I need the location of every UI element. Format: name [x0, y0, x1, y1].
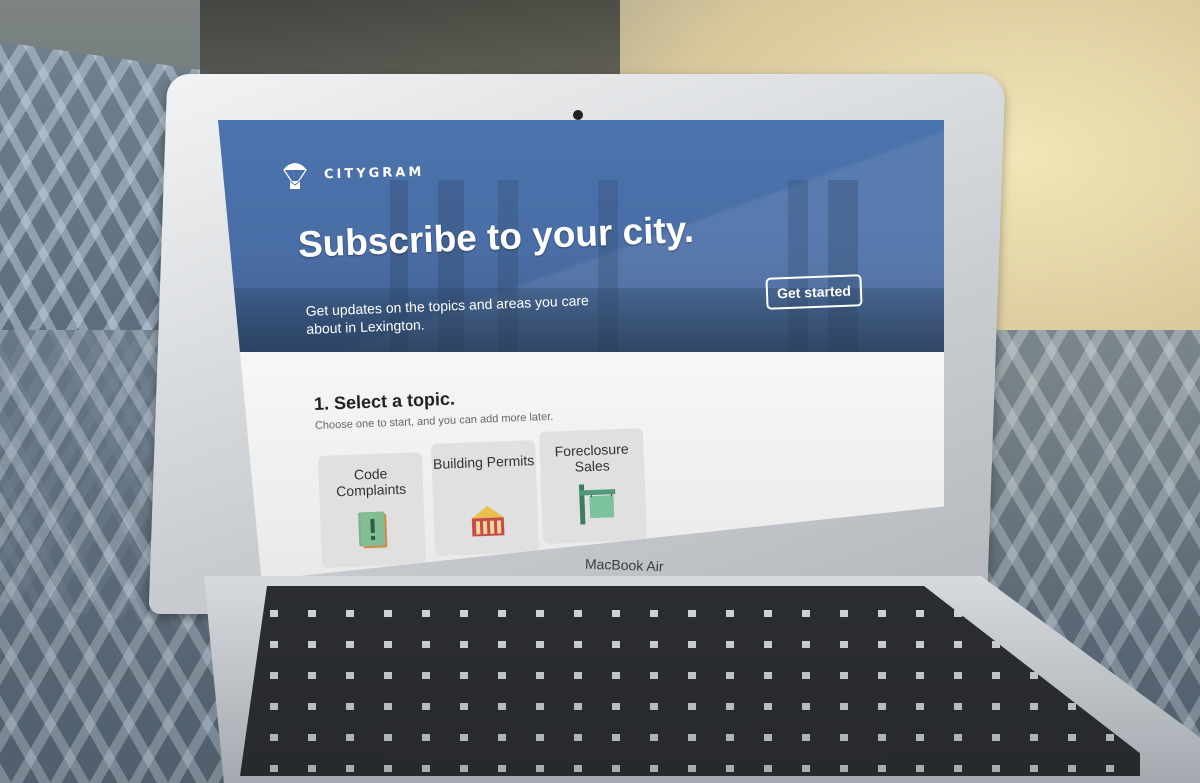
topic-label: Code Complaints — [335, 465, 407, 500]
topic-label: Building Permits — [432, 452, 535, 472]
laptop-screen: CITYGRAM Subscribe to your city. Get upd… — [218, 120, 944, 580]
topic-card-building-permits[interactable]: Building Permits — [430, 440, 540, 556]
house-icon — [471, 505, 505, 537]
sale-sign-icon — [578, 484, 616, 525]
exclamation-book-icon — [358, 511, 388, 549]
webcam — [573, 110, 583, 120]
get-started-button[interactable]: Get started — [765, 274, 863, 310]
topic-card-foreclosure-sales[interactable]: Foreclosure Sales — [538, 428, 648, 544]
site-logo[interactable]: CITYGRAM — [324, 165, 425, 183]
parachute-envelope-icon[interactable] — [280, 158, 310, 192]
topic-card-code-complaints[interactable]: Code Complaints — [317, 452, 427, 568]
device-brand-label: MacBook Air — [584, 555, 664, 575]
topic-label: Foreclosure Sales — [554, 440, 629, 475]
